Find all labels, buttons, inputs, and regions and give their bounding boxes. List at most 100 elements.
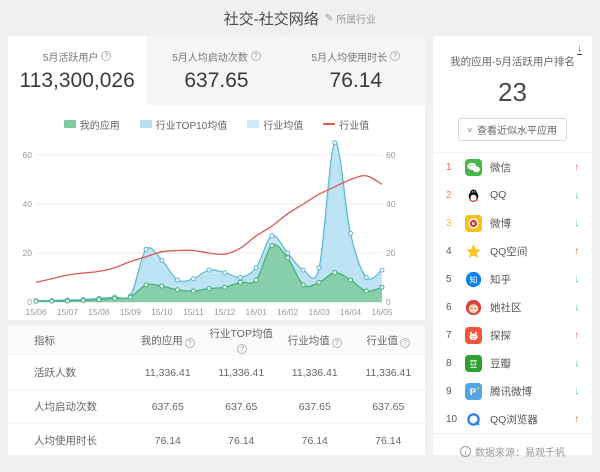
qq-browser-icon <box>465 411 482 428</box>
svg-text:16/04: 16/04 <box>340 307 362 317</box>
info-icon[interactable] <box>400 338 410 348</box>
svg-text:60: 60 <box>23 150 33 160</box>
rank-number: 9 <box>446 386 465 397</box>
metric-value-cell: 76.14 <box>131 424 205 458</box>
ranking-title: 我的应用-5月活跃用户排名 <box>433 54 592 69</box>
legend-swatch-icon <box>140 120 152 128</box>
svg-text:0: 0 <box>27 297 32 307</box>
app-name: 探探 <box>490 328 511 343</box>
tantan-icon <box>465 327 482 344</box>
stat-label-text: 5月人均启动次数 <box>172 49 248 64</box>
info-icon[interactable] <box>332 338 342 348</box>
tashequ-icon <box>465 299 482 316</box>
rank-number: 10 <box>446 414 465 425</box>
ranking-item-腾讯微博[interactable]: 9P 腾讯微博 ↓ <box>433 377 592 405</box>
dashboard-page: 社交-社交网络 ✎ 所属行业 5月活跃用户 113,300,026 5月人均启动… <box>0 0 600 472</box>
ranking-item-探探[interactable]: 7探探↑ <box>433 321 592 349</box>
rank-number: 3 <box>446 218 465 229</box>
svg-text:15/11: 15/11 <box>183 307 204 317</box>
info-circle-icon <box>460 446 471 457</box>
ranking-item-她社区[interactable]: 6她社区↓ <box>433 293 592 321</box>
svg-text:15/08: 15/08 <box>88 307 110 317</box>
ranking-item-QQ空间[interactable]: 4QQ空间↑ <box>433 237 592 265</box>
ranking-item-微信[interactable]: 1微信↑ <box>433 153 592 181</box>
edit-icon: ✎ <box>325 13 333 24</box>
ranking-number: 23 <box>433 77 592 108</box>
table-row: 活跃人数11,336.4111,336.4111,336.4111,336.41 <box>8 356 425 390</box>
trend-down-icon: ↓ <box>574 218 579 229</box>
weibo-icon <box>465 215 482 232</box>
metric-name-cell: 人均启动次数 <box>8 390 131 424</box>
stat-value: 113,300,026 <box>20 69 135 93</box>
info-icon[interactable] <box>237 344 247 354</box>
view-similar-apps-label: 查看近似水平应用 <box>477 122 557 137</box>
legend-item-1[interactable]: 行业TOP10均值 <box>140 117 228 132</box>
column-header: 我的应用 <box>131 325 205 356</box>
rank-number: 5 <box>446 274 465 285</box>
column-header: 指标 <box>8 325 131 356</box>
qq-icon <box>465 187 482 204</box>
app-name: 微信 <box>490 160 511 175</box>
info-icon[interactable] <box>101 51 111 61</box>
stat-label-text: 5月活跃用户 <box>43 49 99 64</box>
trend-down-icon: ↓ <box>574 358 579 369</box>
svg-text:知: 知 <box>470 274 478 284</box>
column-header: 行业值 <box>352 325 426 356</box>
metric-value-cell: 76.14 <box>352 424 426 458</box>
stat-tab-active-users[interactable]: 5月活跃用户 113,300,026 <box>8 36 146 105</box>
data-source-label: 数据来源：易观千帆 <box>475 444 565 459</box>
svg-text:0: 0 <box>386 297 391 307</box>
legend-label: 行业TOP10均值 <box>156 117 228 132</box>
metric-name-cell: 人均使用时长 <box>8 424 131 458</box>
metric-value-cell: 637.65 <box>131 390 205 424</box>
legend-swatch-icon <box>247 120 259 128</box>
app-name: 她社区 <box>490 300 522 315</box>
metric-value-cell: 11,336.41 <box>278 356 352 390</box>
table-header-row: 指标我的应用行业TOP均值行业均值行业值 <box>8 325 425 356</box>
legend-label: 行业均值 <box>263 117 303 132</box>
info-icon[interactable] <box>251 51 261 61</box>
metric-name-cell: 活跃人数 <box>8 356 131 390</box>
metric-value-cell: 637.65 <box>278 390 352 424</box>
ranking-item-QQ[interactable]: 2QQ↓ <box>433 181 592 209</box>
legend-item-3[interactable]: 行业值 <box>323 117 369 132</box>
legend-label: 我的应用 <box>80 117 120 132</box>
legend-item-0[interactable]: 我的应用 <box>64 117 120 132</box>
view-similar-apps-button[interactable]: » 查看近似水平应用 <box>458 118 567 141</box>
app-ranking-list: 1微信↑2QQ↓3微博↓4QQ空间↑5知知乎↓6她社区↓7探探↑8豆豆瓣↓9P腾… <box>433 152 592 433</box>
metrics-table-card: 指标我的应用行业TOP均值行业均值行业值 活跃人数11,336.4111,336… <box>8 325 425 455</box>
table-row: 人均启动次数637.65637.65637.65637.65 <box>8 390 425 424</box>
stat-label: 5月活跃用户 <box>43 49 112 64</box>
stat-value: 76.14 <box>330 69 383 93</box>
app-name: 腾讯微博 <box>490 384 532 399</box>
rank-number: 2 <box>446 190 465 201</box>
stat-tab-avg-duration[interactable]: 5月人均使用时长 76.14 <box>286 36 425 105</box>
ranking-item-QQ浏览器[interactable]: 10QQ浏览器↑ <box>433 405 592 433</box>
ranking-item-豆瓣[interactable]: 8豆豆瓣↓ <box>433 349 592 377</box>
download-icon[interactable]: ↓ <box>577 44 582 55</box>
edit-industry-label: 所属行业 <box>336 11 376 26</box>
tencent-weibo-icon: P <box>465 383 482 400</box>
metric-value-cell: 11,336.41 <box>131 356 205 390</box>
ranking-item-知乎[interactable]: 5知知乎↓ <box>433 265 592 293</box>
trend-up-icon: ↑ <box>574 162 579 173</box>
stat-tab-avg-launches[interactable]: 5月人均启动次数 637.65 <box>146 36 285 105</box>
app-name: 豆瓣 <box>490 356 511 371</box>
trend-down-icon: ↓ <box>574 386 579 397</box>
info-icon[interactable] <box>185 338 195 348</box>
app-name: QQ <box>490 189 506 201</box>
trend-chart[interactable]: 0020204040606015/0615/0715/0815/0915/101… <box>8 132 425 333</box>
table-header: 指标我的应用行业TOP均值行业均值行业值 <box>8 325 425 356</box>
legend-item-2[interactable]: 行业均值 <box>247 117 303 132</box>
info-icon[interactable] <box>390 51 400 61</box>
trend-up-icon: ↑ <box>574 414 579 425</box>
trend-chart-card: 我的应用行业TOP10均值行业均值行业值 0020204040606015/06… <box>8 105 425 320</box>
column-header: 行业TOP均值 <box>205 325 279 356</box>
trend-down-icon: ↓ <box>574 302 579 313</box>
stat-label-text: 5月人均使用时长 <box>312 49 388 64</box>
chart-legend: 我的应用 行业TOP10均值 行业均值 行业值 <box>8 105 425 132</box>
metric-value-cell: 76.14 <box>205 424 279 458</box>
ranking-item-微博[interactable]: 3微博↓ <box>433 209 592 237</box>
edit-industry-link[interactable]: ✎ 所属行业 <box>325 11 376 26</box>
metric-value-cell: 637.65 <box>205 390 279 424</box>
